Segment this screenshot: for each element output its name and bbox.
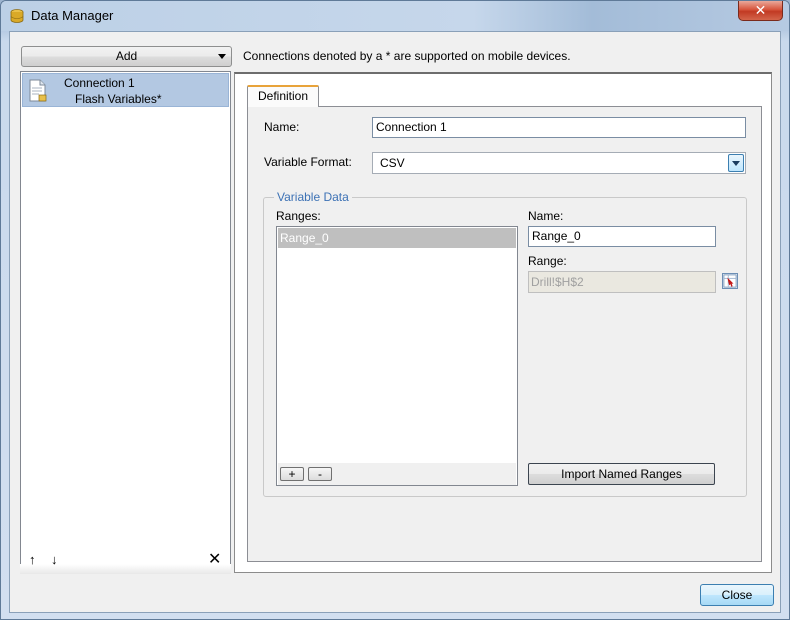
dialog-client-area: Add Connections denoted by a * are suppo… bbox=[9, 31, 781, 613]
move-up-button[interactable]: ↑ bbox=[29, 552, 36, 567]
variable-format-label: Variable Format: bbox=[264, 155, 352, 169]
connection-name: Connection 1 bbox=[64, 76, 135, 90]
add-connection-button[interactable]: Add bbox=[21, 46, 232, 67]
title-bar[interactable]: Data Manager ✕ bbox=[1, 1, 789, 31]
delete-connection-button[interactable]: ✕ bbox=[208, 549, 221, 569]
variable-data-group: Variable Data Ranges: Range_0 + - Name: … bbox=[263, 190, 747, 497]
add-range-button[interactable]: + bbox=[280, 467, 304, 481]
range-name-input[interactable]: Range_0 bbox=[528, 226, 716, 247]
ranges-list[interactable]: Range_0 + - bbox=[276, 226, 518, 486]
cell-selector-icon[interactable] bbox=[722, 273, 738, 289]
document-connection-icon bbox=[29, 79, 47, 102]
connection-type: Flash Variables* bbox=[75, 92, 162, 106]
remove-range-button[interactable]: - bbox=[308, 467, 332, 481]
mobile-support-note: Connections denoted by a * are supported… bbox=[243, 49, 571, 63]
connection-list[interactable]: Connection 1 Flash Variables* bbox=[20, 71, 231, 573]
data-manager-window: Data Manager ✕ Add Connections denoted b… bbox=[0, 0, 790, 620]
connection-properties-pane: Definition Name: Connection 1 Variable F… bbox=[234, 72, 772, 573]
range-list-item[interactable]: Range_0 bbox=[278, 228, 516, 248]
chevron-down-icon bbox=[218, 54, 226, 59]
variable-format-select[interactable]: CSV bbox=[372, 152, 746, 174]
database-icon bbox=[10, 9, 24, 23]
chevron-down-icon[interactable] bbox=[728, 154, 744, 172]
definition-panel: Name: Connection 1 Variable Format: CSV … bbox=[247, 106, 762, 562]
ranges-toolbar: + - bbox=[278, 463, 516, 485]
range-label: Range: bbox=[528, 254, 567, 268]
connection-name-label: Name: bbox=[264, 120, 300, 134]
tab-definition[interactable]: Definition bbox=[247, 85, 319, 107]
window-close-button[interactable]: ✕ bbox=[738, 1, 783, 21]
range-name-label: Name: bbox=[528, 209, 564, 223]
move-down-button[interactable]: ↓ bbox=[51, 552, 58, 567]
range-input[interactable]: Drill!$H$2 bbox=[528, 271, 716, 293]
import-named-ranges-button[interactable]: Import Named Ranges bbox=[528, 463, 715, 485]
window-title: Data Manager bbox=[31, 8, 114, 23]
ranges-label: Ranges: bbox=[276, 209, 321, 223]
close-button[interactable]: Close bbox=[700, 584, 774, 606]
add-connection-label: Add bbox=[115, 49, 138, 63]
variable-data-legend: Variable Data bbox=[274, 190, 352, 204]
connection-name-input[interactable]: Connection 1 bbox=[372, 117, 746, 138]
variable-format-value: CSV bbox=[380, 156, 405, 170]
connection-list-item[interactable]: Connection 1 Flash Variables* bbox=[22, 73, 229, 107]
